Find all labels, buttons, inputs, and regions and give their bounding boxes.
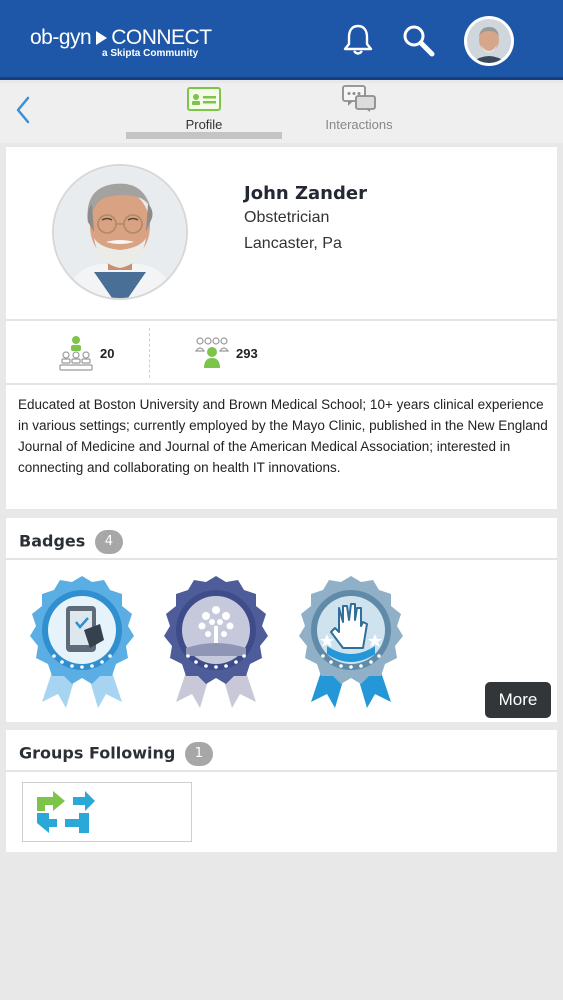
logo-main-text: ob-gyn <box>30 26 92 49</box>
badge-item[interactable] <box>293 574 409 708</box>
badges-count: 4 <box>94 530 123 554</box>
tab-profile-label: Profile <box>185 117 223 132</box>
groups-title-text: Groups Following <box>19 743 176 763</box>
logo-connect-text: CONNECT <box>111 26 212 49</box>
followers-count: 293 <box>236 345 258 361</box>
tree-badge-icon <box>164 576 268 708</box>
following-hierarchy-icon <box>59 336 93 371</box>
logo-subtitle: a Skipta Community <box>102 48 199 59</box>
groups-count: 1 <box>184 742 213 766</box>
logo-arrow-icon <box>96 31 108 45</box>
search-icon <box>403 25 435 57</box>
followers-group-icon <box>194 337 230 368</box>
badges-title: Badges 4 <box>19 530 123 554</box>
search-button[interactable] <box>398 20 438 60</box>
profile-role: Obstetrician <box>244 209 330 226</box>
user-avatar-button[interactable] <box>464 16 514 66</box>
active-tab-indicator <box>126 132 282 139</box>
following-count: 20 <box>100 345 115 361</box>
following-stat[interactable]: 20 <box>58 335 114 371</box>
profile-location: Lancaster, Pa <box>244 235 342 252</box>
profile-card-icon <box>187 87 221 111</box>
divider <box>6 383 557 385</box>
badges-title-text: Badges <box>19 531 86 551</box>
badge-item[interactable] <box>24 574 140 708</box>
profile-card: John Zander Obstetrician Lancaster, Pa 2… <box>6 147 557 509</box>
notifications-button[interactable] <box>338 20 378 60</box>
app-logo[interactable]: ob-gyn CONNECT a Skipta Community <box>30 26 212 59</box>
tab-interactions-label: Interactions <box>325 117 393 132</box>
groups-card: Groups Following 1 <box>6 730 557 852</box>
stat-separator <box>149 328 150 378</box>
hand-badge-icon <box>299 576 403 708</box>
tab-strip: Profile Interactions <box>0 83 563 143</box>
tab-interactions[interactable]: Interactions <box>281 85 437 137</box>
chevron-left-icon <box>16 96 30 124</box>
profile-bio: Educated at Boston University and Brown … <box>18 397 548 475</box>
back-button[interactable] <box>8 95 38 125</box>
badge-item[interactable] <box>158 574 274 708</box>
profile-photo-icon <box>54 166 186 298</box>
badges-header: Badges 4 <box>6 518 557 560</box>
top-bar: ob-gyn CONNECT a Skipta Community <box>0 0 563 80</box>
divider <box>6 319 557 321</box>
tablet-badge-icon <box>30 576 134 708</box>
followers-stat[interactable]: 293 <box>194 335 258 371</box>
avatar-icon <box>467 19 511 63</box>
more-badges-button[interactable]: More <box>485 682 551 718</box>
badges-card: Badges 4 More <box>6 518 557 722</box>
groups-title: Groups Following 1 <box>19 742 213 766</box>
tab-profile[interactable]: Profile <box>126 85 282 139</box>
groups-header: Groups Following 1 <box>6 730 557 772</box>
group-item[interactable] <box>22 782 192 842</box>
profile-photo <box>52 164 188 300</box>
bell-icon <box>343 24 373 55</box>
group-logo-icon <box>37 791 95 833</box>
chat-bubbles-icon <box>342 85 376 112</box>
profile-name: John Zander <box>244 183 367 204</box>
